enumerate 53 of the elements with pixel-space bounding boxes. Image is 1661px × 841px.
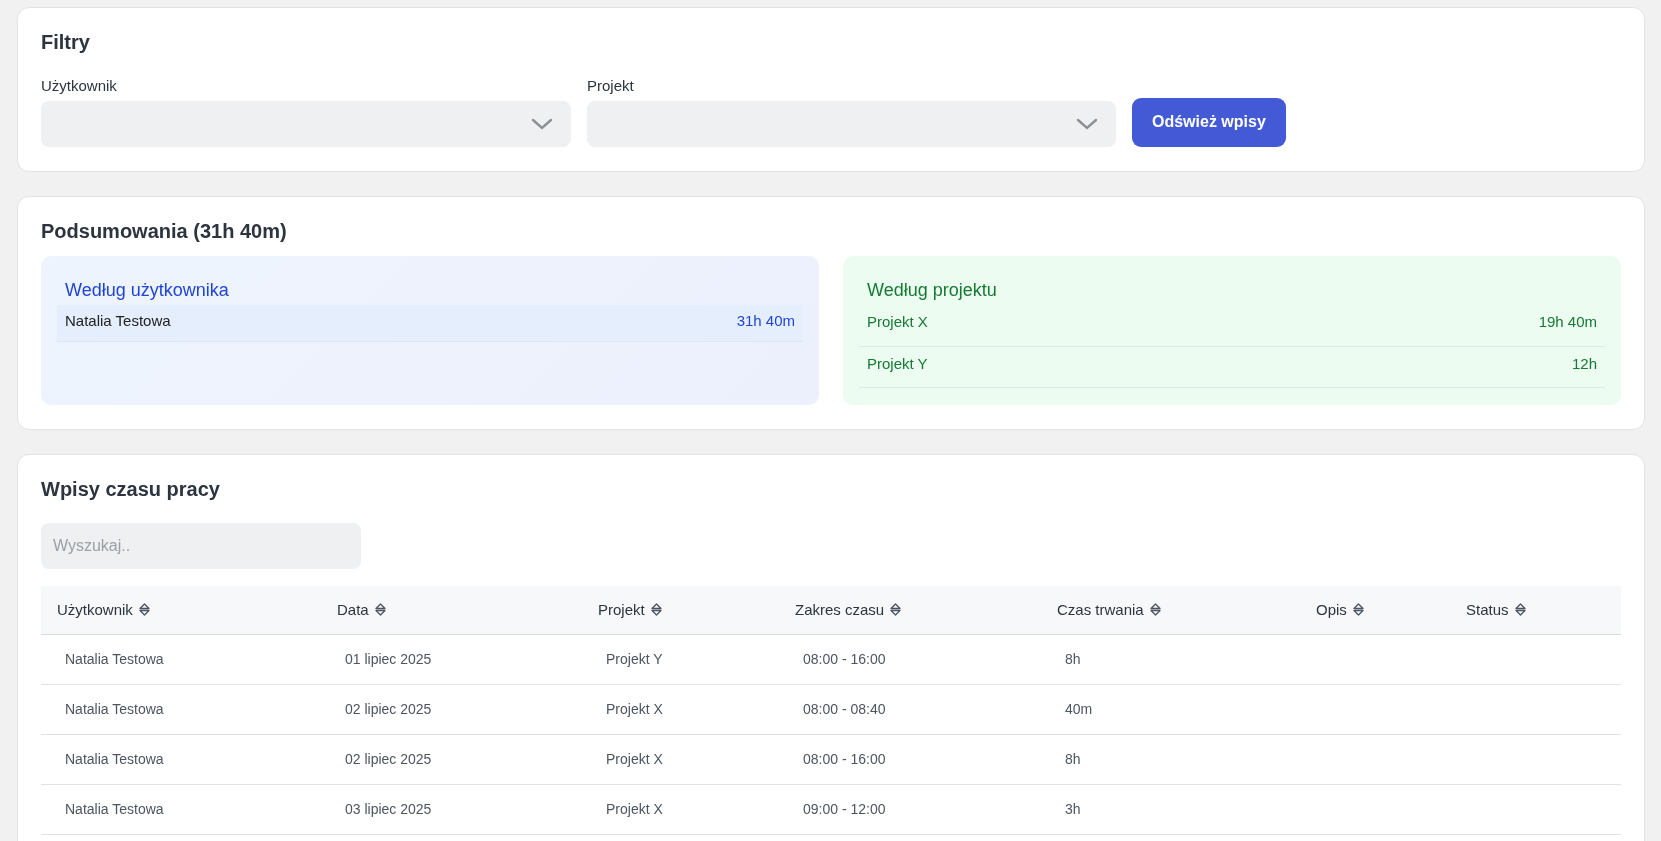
- sort-icon: [1149, 603, 1161, 617]
- refresh-button[interactable]: Odśwież wpisy: [1132, 97, 1286, 147]
- table-cell: Natalia Testowa: [65, 701, 164, 717]
- column-header[interactable]: Projekt: [598, 598, 662, 621]
- sort-icon: [890, 603, 902, 617]
- column-header[interactable]: Opis: [1316, 598, 1364, 621]
- chevron-down-icon: [1076, 117, 1098, 130]
- column-header[interactable]: Czas trwania: [1057, 598, 1161, 621]
- field-label: Użytkownik: [41, 76, 117, 96]
- summary-total: 12h: [1571, 353, 1597, 374]
- sort-icon: [138, 603, 150, 617]
- table-cell: 8h: [1065, 651, 1081, 667]
- column-header[interactable]: Zakres czasu: [795, 598, 902, 621]
- select-field[interactable]: [587, 100, 1116, 147]
- summary-name: Natalia Testowa: [65, 311, 171, 332]
- summary-name: Projekt X: [867, 312, 928, 333]
- table-cell: Natalia Testowa: [65, 651, 164, 667]
- sort-icon: [374, 603, 386, 617]
- search-field[interactable]: Wyszukaj..: [41, 522, 361, 569]
- table-cell: 08:00 - 16:00: [803, 751, 886, 767]
- sort-icon: [1352, 603, 1364, 617]
- table-cell: Natalia Testowa: [65, 751, 164, 767]
- summary-title: Według użytkownika: [65, 279, 230, 302]
- table-cell: 3h: [1065, 801, 1081, 817]
- sort-icon: [650, 603, 662, 617]
- chevron-down-icon: [531, 117, 553, 130]
- table-cell: 02 lipiec 2025: [345, 751, 432, 767]
- column-header[interactable]: Użytkownik: [57, 598, 150, 621]
- table-cell: 40m: [1065, 701, 1093, 717]
- panel-title: Wpisy czasu pracy: [41, 476, 221, 501]
- table-cell: 03 lipiec 2025: [345, 801, 432, 817]
- table-cell: Projekt X: [606, 701, 663, 717]
- column-header[interactable]: Status: [1466, 598, 1526, 621]
- table-cell: Projekt X: [606, 751, 663, 767]
- summary-name: Projekt Y: [867, 353, 928, 374]
- summary-title: Według projektu: [867, 279, 998, 302]
- column-header[interactable]: Data: [337, 598, 386, 621]
- select-field[interactable]: [41, 100, 571, 147]
- table-cell: 01 lipiec 2025: [345, 651, 432, 667]
- panel-title: Podsumowania (31h 40m): [41, 218, 288, 243]
- table-cell: 08:00 - 08:40: [803, 701, 886, 717]
- table-cell: 08:00 - 16:00: [803, 651, 886, 667]
- table-cell: Projekt Y: [606, 651, 663, 667]
- field-label: Projekt: [587, 76, 634, 96]
- panel-title: Filtry: [41, 30, 91, 54]
- sort-icon: [1514, 603, 1526, 617]
- summary-total: 31h 40m: [736, 311, 795, 332]
- table-cell: 02 lipiec 2025: [345, 701, 432, 717]
- table-cell: 09:00 - 12:00: [803, 801, 886, 817]
- table-cell: 8h: [1065, 751, 1081, 767]
- table-cell: Projekt X: [606, 801, 663, 817]
- summary-total: 19h 40m: [1538, 312, 1597, 333]
- table-cell: Natalia Testowa: [65, 801, 164, 817]
